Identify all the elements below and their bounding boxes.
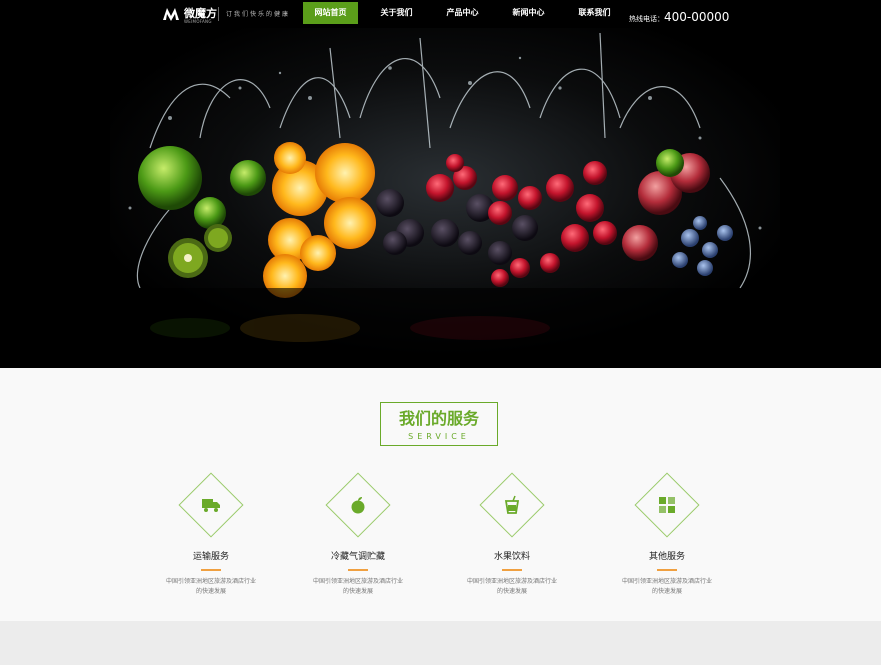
- service-card-fruit-drinks[interactable]: 水果饮料 中国引领亚洲地区旅游及酒店行业的快速发展: [442, 472, 582, 597]
- brand-slogan: 订我们快乐的健康: [226, 11, 291, 18]
- service-diamond-frame: [479, 472, 545, 538]
- nav-item-about[interactable]: 关于我们: [369, 2, 424, 24]
- drink-cup-icon: [504, 495, 520, 514]
- service-name: 其他服务: [648, 552, 685, 562]
- main-nav: 网站首页 关于我们 产品中心 新闻中心 联系我们: [303, 2, 633, 24]
- hero-banner-fruit-splash: [0, 28, 881, 368]
- hotline-label: 热线电话：: [629, 15, 664, 23]
- service-name: 运输服务: [192, 552, 229, 562]
- footer-band: [0, 621, 881, 665]
- logo-divider: [218, 7, 219, 21]
- nav-item-products[interactable]: 产品中心: [435, 2, 490, 24]
- hotline: 热线电话：400-00000: [629, 6, 729, 25]
- service-description: 中国引领亚洲地区旅游及酒店行业的快速发展: [312, 578, 403, 595]
- top-navigation-bar: 微魔方 WEIMOFANG 订我们快乐的健康 网站首页 关于我们 产品中心 新闻…: [0, 0, 881, 28]
- nav-item-home[interactable]: 网站首页: [303, 2, 358, 24]
- service-diamond-frame: [178, 472, 244, 538]
- service-card-other[interactable]: 其他服务 中国引领亚洲地区旅游及酒店行业的快速发展: [597, 472, 737, 597]
- grid-blocks-icon: [659, 497, 675, 513]
- service-underline: [201, 569, 221, 571]
- service-name: 水果饮料: [493, 552, 530, 562]
- service-underline: [348, 569, 368, 571]
- services-title: 我们的服务: [398, 409, 479, 428]
- service-card-cold-storage[interactable]: 冷藏气调贮藏 中国引领亚洲地区旅游及酒店行业的快速发展: [288, 472, 428, 597]
- apple-icon: [351, 497, 365, 514]
- truck-icon: [202, 499, 220, 512]
- service-diamond-frame: [325, 472, 391, 538]
- nav-item-contact[interactable]: 联系我们: [567, 2, 622, 24]
- service-name: 冷藏气调贮藏: [330, 552, 385, 562]
- service-description: 中国引领亚洲地区旅游及酒店行业的快速发展: [165, 578, 256, 595]
- brand-logo[interactable]: 微魔方 WEIMOFANG: [162, 4, 217, 24]
- nav-item-news[interactable]: 新闻中心: [501, 2, 556, 24]
- fruit-splash-image: [0, 28, 881, 368]
- service-underline: [502, 569, 522, 571]
- hotline-number: 400-00000: [664, 10, 730, 24]
- logo-mark-icon: [162, 5, 180, 23]
- services-title-box: 我们的服务 SERVICE: [380, 402, 498, 446]
- brand-subtitle: WEIMOFANG: [184, 19, 212, 24]
- service-underline: [657, 569, 677, 571]
- service-diamond-frame: [634, 472, 700, 538]
- service-description: 中国引领亚洲地区旅游及酒店行业的快速发展: [466, 578, 557, 595]
- service-card-transport[interactable]: 运输服务 中国引领亚洲地区旅游及酒店行业的快速发展: [141, 472, 281, 597]
- service-description: 中国引领亚洲地区旅游及酒店行业的快速发展: [621, 578, 712, 595]
- services-subtitle: SERVICE: [408, 432, 470, 441]
- services-section: 我们的服务 SERVICE 运输服务 中国引领亚洲地区旅游及酒店行业的快速发展 …: [0, 368, 881, 621]
